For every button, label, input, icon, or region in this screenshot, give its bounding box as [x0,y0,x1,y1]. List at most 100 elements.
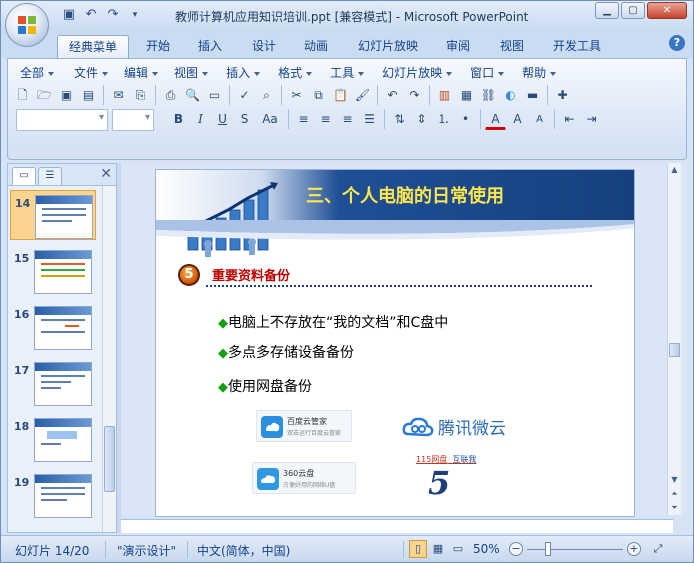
font-size-combo[interactable] [112,109,154,131]
redo-icon[interactable]: ↷ [404,85,425,106]
zoom-slider-knob[interactable] [545,542,551,556]
open-icon[interactable]: 🗁 [34,85,55,106]
bullets-icon[interactable]: • [455,109,476,130]
color-grayscale-icon[interactable]: ◐ [500,85,521,106]
slide-thumbnail[interactable]: 16 [10,302,96,352]
new-slide-icon[interactable]: ✚ [552,85,573,106]
save-icon[interactable]: ▣ [61,7,77,23]
help-icon[interactable]: ? [669,35,685,51]
grow-font-icon[interactable]: A [507,109,528,130]
tab-slideshow[interactable]: 幻灯片放映 [351,35,425,58]
menu-window[interactable]: 窗口 [464,64,510,82]
slide-thumbnail[interactable]: 18 [10,414,96,464]
tab-outline[interactable]: ☰ [38,167,62,185]
table-icon[interactable]: ▦ [456,85,477,106]
zoom-slider[interactable] [527,549,623,550]
menu-view[interactable]: 视图 [168,64,214,82]
tab-slides[interactable]: ▭ [12,167,36,185]
menu-format[interactable]: 格式 [272,64,318,82]
office-button[interactable] [5,3,49,47]
shrink-font-icon[interactable]: A [529,109,550,130]
tab-view[interactable]: 视图 [491,35,533,58]
scroll-down-icon[interactable]: ▼ [668,473,681,487]
tab-home[interactable]: 开始 [137,35,179,58]
minimize-button[interactable]: ▁ [595,2,619,19]
slide-thumbnail[interactable]: 15 [10,246,96,296]
slide-icon[interactable]: ▭ [204,85,225,106]
menu-slideshow[interactable]: 幻灯片放映 [376,64,458,82]
decrease-indent-icon[interactable]: ⇤ [559,109,580,130]
font-color-icon[interactable]: A [485,109,506,130]
menu-help[interactable]: 帮助 [516,64,562,82]
fit-to-window-icon[interactable]: ⤢ [649,540,667,558]
align-right-icon[interactable]: ≡ [337,109,358,130]
text-direction-icon[interactable]: ⇅ [389,109,410,130]
underline-icon[interactable]: U [212,109,233,130]
numbering-icon[interactable]: ⒈ [433,109,454,130]
language-indicator[interactable]: 中文(简体，中国) [197,542,290,559]
undo-icon[interactable]: ↶ [382,85,403,106]
tab-review[interactable]: 审阅 [437,35,479,58]
save-icon[interactable]: ▣ [56,85,77,106]
slide-thumbnail[interactable]: 14 [10,190,96,240]
redo-icon[interactable]: ↷ [105,7,121,23]
align-center-icon[interactable]: ≡ [315,109,336,130]
prev-slide-icon[interactable]: ⏶ [668,487,681,501]
slide-sorter-icon[interactable]: ▦ [429,540,447,558]
notes-pane[interactable] [121,519,673,533]
customize-icon[interactable]: ▾ [127,7,143,23]
close-panel-icon[interactable]: ✕ [100,166,112,182]
normal-view-icon[interactable]: ▯ [409,540,427,558]
maximize-button[interactable]: ▢ [621,2,645,19]
tab-insert[interactable]: 插入 [189,35,231,58]
format-painter-icon[interactable]: 🖌 [352,85,373,106]
tab-design[interactable]: 设计 [243,35,285,58]
close-button[interactable]: ✕ [647,2,687,19]
link-hulianwo[interactable]: 互联我 [452,455,476,464]
slide-thumbnail[interactable]: 17 [10,358,96,408]
slide-thumbnail[interactable]: 19 [10,470,96,520]
menu-file[interactable]: 文件 [68,64,114,82]
bold-icon[interactable]: B [168,109,189,130]
current-slide[interactable]: 三、个人电脑的日常使用 5 重要资料备份 ◆电脑上不存放在“我的文档”和C盘中 … [155,169,635,517]
print-preview-icon[interactable]: 🔍 [182,85,203,106]
permission-icon[interactable]: ▤ [78,85,99,106]
hyperlink-icon[interactable]: ⛓ [478,85,499,106]
editor-scrollbar[interactable]: ▲ ▼ ⏶ ⏷ [667,163,681,515]
panel-scrollbar[interactable] [102,186,116,532]
cut-icon[interactable]: ✂ [286,85,307,106]
zoom-in-icon[interactable]: + [627,542,641,556]
paste-icon[interactable]: 📋 [330,85,351,106]
slideshow-view-icon[interactable]: ▭ [449,540,467,558]
italic-icon[interactable]: I [190,109,211,130]
tab-animation[interactable]: 动画 [295,35,337,58]
change-case-icon[interactable]: Aa [256,109,284,130]
menu-insert[interactable]: 插入 [220,64,266,82]
justify-icon[interactable]: ☰ [359,109,380,130]
chart-icon[interactable]: ▥ [434,85,455,106]
link-115[interactable]: 115网盘 [416,455,447,464]
undo-icon[interactable]: ↶ [83,7,99,23]
tab-developer[interactable]: 开发工具 [545,35,609,58]
menu-edit[interactable]: 编辑 [118,64,164,82]
menu-tools[interactable]: 工具 [324,64,370,82]
font-name-combo[interactable] [16,109,108,131]
spellcheck-icon[interactable]: ✓ [234,85,255,106]
email-icon[interactable]: ✉ [108,85,129,106]
zoom-level[interactable]: 50% [473,542,500,556]
shadow-icon[interactable]: S [234,109,255,130]
zoom-out-icon[interactable]: − [509,542,523,556]
tab-classic-menu[interactable]: 经典菜单 [57,35,129,58]
new-icon[interactable]: 🗋 [12,85,33,106]
research-icon[interactable]: ⌕ [256,85,277,106]
next-slide-icon[interactable]: ⏷ [668,501,681,515]
copy-icon[interactable]: ⧉ [308,85,329,106]
scroll-up-icon[interactable]: ▲ [668,163,681,177]
print-icon[interactable]: ⎙ [160,85,181,106]
align-left-icon[interactable]: ≡ [293,109,314,130]
menu-all[interactable]: 全部 [14,64,60,82]
slide-design-icon[interactable]: ▬ [522,85,543,106]
line-spacing-icon[interactable]: ⇕ [411,109,432,130]
attach-icon[interactable]: ⎘ [130,85,151,106]
increase-indent-icon[interactable]: ⇥ [581,109,602,130]
